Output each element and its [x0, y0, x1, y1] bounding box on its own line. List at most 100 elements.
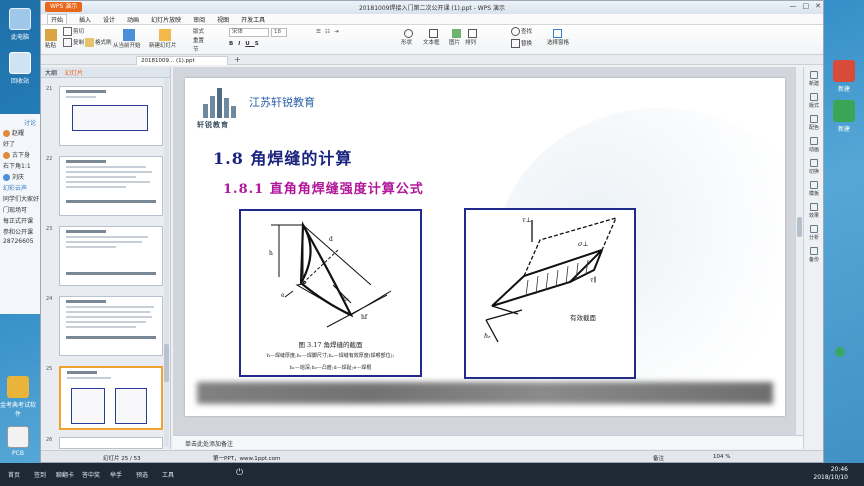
menu-view[interactable]: 视图 — [217, 15, 229, 24]
tool-backup[interactable]: 备份 — [804, 247, 824, 263]
bold-button[interactable]: B — [229, 41, 238, 47]
taskbar-item[interactable]: 答中奖 — [82, 470, 100, 479]
new-tab-plus-icon[interactable]: + — [234, 55, 241, 64]
system-clock[interactable]: 20:46 2018/10/10 — [813, 466, 848, 482]
slide-thumbnail[interactable]: 24 — [46, 296, 165, 358]
underline-button[interactable]: U — [245, 41, 254, 47]
thumb-number: 26 — [46, 437, 53, 443]
taskbar-item[interactable]: 聊翻卡 — [56, 470, 74, 479]
arrange-button[interactable]: 排列 — [465, 29, 478, 46]
format-painter-button[interactable]: 格式刷 — [85, 38, 112, 47]
leg-line — [302, 224, 372, 286]
desktop-icon-exam[interactable]: 金考典考试软件 — [0, 376, 36, 418]
notes-toggle-button[interactable]: 备注 — [653, 454, 664, 462]
tool-animation[interactable]: 动画 — [804, 137, 824, 153]
paste-button[interactable]: 粘贴 — [45, 29, 58, 49]
chat-tab[interactable]: 讨论 — [0, 114, 41, 127]
thumb-text-line — [66, 181, 150, 183]
tool-color[interactable]: 配色 — [804, 115, 824, 131]
find-label: 查找 — [521, 29, 533, 35]
notes-field[interactable]: 单击此处添加备注 — [173, 435, 803, 449]
current-slide[interactable]: 轩锐教育 江苏轩锐教育 1.8 角焊缝的计算 1.8.1 直角角焊缝强度计算公式 — [185, 78, 785, 416]
shape-icon — [404, 29, 413, 38]
thumb-text-line — [66, 326, 136, 328]
tab-slides[interactable]: 幻灯片 — [65, 68, 83, 77]
copy-button[interactable]: 复制 — [63, 38, 84, 47]
title-bar[interactable]: WPS 演示 20181009焊接入门第二次公开课 (1).ppt - WPS … — [41, 1, 823, 14]
slide-thumbnail[interactable]: 21 — [46, 86, 165, 148]
menu-insert[interactable]: 插入 — [79, 15, 91, 24]
tool-label: 备份 — [808, 257, 819, 263]
taskbar-item[interactable]: 签到 — [34, 470, 46, 479]
slide-subheading: 1.8.1 直角角焊缝强度计算公式 — [223, 182, 424, 197]
slide-thumbnail-selected[interactable]: 25 — [46, 366, 165, 430]
taskbar-item[interactable]: 举手 — [110, 470, 122, 479]
slide-canvas: 轩锐教育 江苏轩锐教育 1.8 角焊缝的计算 1.8.1 直角角焊缝强度计算公式 — [173, 67, 845, 435]
tool-template[interactable]: 模板 — [804, 181, 824, 197]
desktop-icon-new-1[interactable]: 新建 — [826, 60, 862, 93]
picture-button[interactable]: 图片 — [449, 29, 462, 46]
taskbar-item[interactable]: 首页 — [8, 470, 20, 479]
effective-section-figure[interactable]: τ⊥ σ⊥ τ∥ hₑ 有效截面 — [464, 208, 636, 379]
tool-effects[interactable]: 效果 — [804, 203, 824, 219]
menu-review[interactable]: 审阅 — [193, 15, 205, 24]
indent-icon[interactable]: ⇥ — [334, 29, 343, 35]
recycle-bin-icon — [9, 52, 31, 74]
taskbar: 首页 签到 聊翻卡 答中奖 举手 预选 工具 ⏻ 20:46 2018/10/1… — [0, 463, 864, 486]
reset-button[interactable]: 重置 — [193, 36, 204, 44]
textbox-button[interactable]: 文本框 — [423, 29, 440, 46]
maximize-button[interactable]: □ — [803, 2, 810, 10]
desktop-icon-this-pc[interactable]: 此电脑 — [2, 8, 38, 41]
section-button[interactable]: 节 — [193, 45, 199, 53]
minimize-button[interactable]: — — [790, 2, 797, 10]
tool-transition[interactable]: 切换 — [804, 159, 824, 175]
menu-developer[interactable]: 开发工具 — [241, 15, 265, 24]
replace-button[interactable]: 替换 — [511, 39, 532, 48]
desktop-icon-new-2[interactable]: 新建 — [826, 100, 862, 133]
label-h: h — [269, 250, 273, 257]
menu-slideshow[interactable]: 幻灯片放映 — [151, 15, 181, 24]
power-icon[interactable]: ⏻ — [236, 468, 243, 478]
cut-button[interactable]: 剪切 — [63, 27, 84, 36]
from-current-button[interactable]: 从当前开始 — [113, 29, 141, 49]
tool-layout[interactable]: 版式 — [804, 93, 824, 109]
strike-button[interactable]: S — [255, 41, 264, 47]
desktop-icon-recycle-bin[interactable]: 回收站 — [2, 52, 38, 85]
desktop-icon-pcb[interactable]: PCB — [0, 426, 36, 457]
select-pane-label: 选择窗格 — [547, 40, 570, 46]
tool-new[interactable]: 新建 — [804, 71, 824, 87]
play-icon — [123, 29, 135, 41]
taskbar-item[interactable]: 工具 — [162, 470, 174, 479]
zoom-level[interactable]: 104 % — [713, 454, 730, 460]
tab-outline[interactable]: 大纲 — [45, 68, 57, 77]
thumb-frame — [59, 296, 163, 356]
select-pane-button[interactable]: 选择窗格 — [547, 29, 569, 46]
taskbar-item[interactable]: 预选 — [136, 470, 148, 479]
fillet-weld-section-figure[interactable]: h e h₁ hf d 图 3.17 角焊缝的截面 h—焊缝厚度;h₁—焊脚尺寸… — [239, 209, 422, 377]
pane-scrollbar[interactable] — [164, 79, 169, 447]
font-size-select[interactable]: 18 — [271, 28, 287, 37]
numbering-icon[interactable]: ☷ — [325, 29, 334, 35]
find-button[interactable]: 查找 — [511, 27, 532, 36]
document-tab[interactable]: 20181009... (1).ppt — [136, 56, 228, 65]
menu-design[interactable]: 设计 — [103, 15, 115, 24]
slide-thumbnail[interactable]: 23 — [46, 226, 165, 288]
tool-analysis[interactable]: 分析 — [804, 225, 824, 241]
new-slide-button[interactable]: 新建幻灯片 — [149, 29, 177, 49]
canvas-scrollbar[interactable] — [795, 67, 803, 435]
slide-thumbnail[interactable]: 22 — [46, 156, 165, 218]
slide-thumbnail[interactable]: 26 — [46, 437, 165, 449]
thumb-text-line — [66, 176, 136, 178]
chat-line: 右下角1:1 — [3, 163, 31, 170]
canvas-scroll-thumb[interactable] — [797, 217, 802, 237]
menu-home[interactable]: 开始 — [47, 13, 68, 25]
shape-button[interactable]: 形状 — [401, 29, 414, 46]
menu-animation[interactable]: 动画 — [127, 15, 139, 24]
chat-text: 刘庆 — [12, 174, 25, 181]
pane-scroll-thumb[interactable] — [164, 344, 169, 382]
layout-button[interactable]: 版式 — [193, 27, 204, 35]
chat-line: 好了 — [3, 141, 16, 148]
bullets-icon[interactable]: ☰ — [316, 29, 325, 35]
font-family-select[interactable]: 宋体 — [229, 28, 269, 37]
close-button[interactable]: ✕ — [815, 2, 821, 10]
